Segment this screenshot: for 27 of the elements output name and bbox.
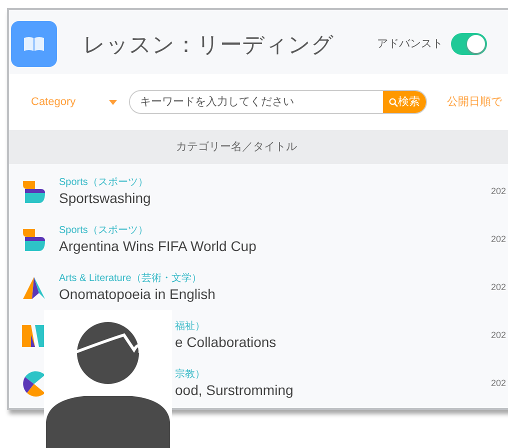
lesson-title[interactable]: Sportswashing xyxy=(59,189,151,208)
lesson-title[interactable]: Argentina Wins FIFA World Cup xyxy=(59,237,256,256)
category-icon xyxy=(21,323,47,349)
category-icon xyxy=(21,275,47,301)
lesson-title[interactable]: e Collaborations xyxy=(175,333,276,352)
search-icon xyxy=(389,98,398,106)
category-label: Arts & Literature（芸術・文学） xyxy=(59,272,202,286)
caret-icon[interactable] xyxy=(109,100,117,104)
category-icon xyxy=(21,227,47,253)
date-text: 202 xyxy=(491,281,506,294)
page-title: レッスン：リーディング xyxy=(83,30,334,58)
date-text: 202 xyxy=(491,233,506,246)
category-icon xyxy=(21,371,47,397)
category-label: Sports（スポーツ） xyxy=(59,176,148,190)
book-icon xyxy=(23,36,45,52)
toggle-label: アドバンスト xyxy=(377,36,443,52)
category-label: 宗教） xyxy=(175,368,205,382)
column-header: カテゴリー名／タイトル xyxy=(176,140,297,155)
category-icon xyxy=(21,179,47,205)
date-text: 202 xyxy=(491,185,506,198)
category-label: Sports（スポーツ） xyxy=(59,224,148,238)
lesson-title[interactable]: Onomatopoeia in English xyxy=(59,285,216,304)
lesson-title[interactable]: ood, Surstromming xyxy=(175,381,294,400)
advanced-toggle[interactable] xyxy=(451,33,487,55)
category-label: 福祉） xyxy=(175,320,205,334)
date-text: 202 xyxy=(491,329,506,342)
date-text: 202 xyxy=(491,377,506,390)
